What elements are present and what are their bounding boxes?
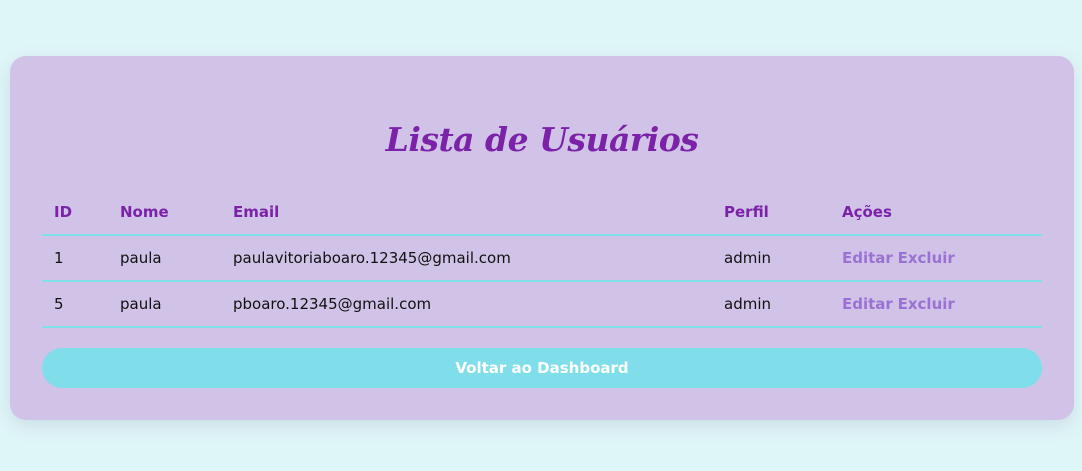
header-id: ID — [42, 190, 108, 236]
back-to-dashboard-button[interactable]: Voltar ao Dashboard — [42, 348, 1042, 388]
cell-id: 5 — [42, 281, 108, 328]
delete-link[interactable]: Excluir — [898, 295, 955, 313]
cell-id: 1 — [42, 235, 108, 282]
cell-acoes: Editar Excluir — [830, 281, 1042, 328]
header-email: Email — [221, 190, 712, 236]
header-acoes: Ações — [830, 190, 1042, 236]
table-header-row: ID Nome Email Perfil Ações — [42, 190, 1042, 236]
cell-nome: paula — [108, 235, 221, 282]
cell-nome: paula — [108, 281, 221, 328]
delete-link[interactable]: Excluir — [898, 249, 955, 267]
edit-link[interactable]: Editar — [842, 295, 893, 313]
table-row: 5 paula pboaro.12345@gmail.com admin Edi… — [42, 281, 1042, 328]
users-table: ID Nome Email Perfil Ações 1 paula paula… — [42, 190, 1042, 328]
cell-acoes: Editar Excluir — [830, 235, 1042, 282]
users-card: Lista de Usuários ID Nome Email Perfil A… — [10, 56, 1074, 420]
table-row: 1 paula paulavitoriaboaro.12345@gmail.co… — [42, 235, 1042, 282]
header-perfil: Perfil — [712, 190, 830, 236]
cell-perfil: admin — [712, 235, 830, 282]
cell-email: pboaro.12345@gmail.com — [221, 281, 712, 328]
page-title: Lista de Usuários — [385, 120, 699, 159]
header-nome: Nome — [108, 190, 221, 236]
edit-link[interactable]: Editar — [842, 249, 893, 267]
cell-email: paulavitoriaboaro.12345@gmail.com — [221, 235, 712, 282]
cell-perfil: admin — [712, 281, 830, 328]
